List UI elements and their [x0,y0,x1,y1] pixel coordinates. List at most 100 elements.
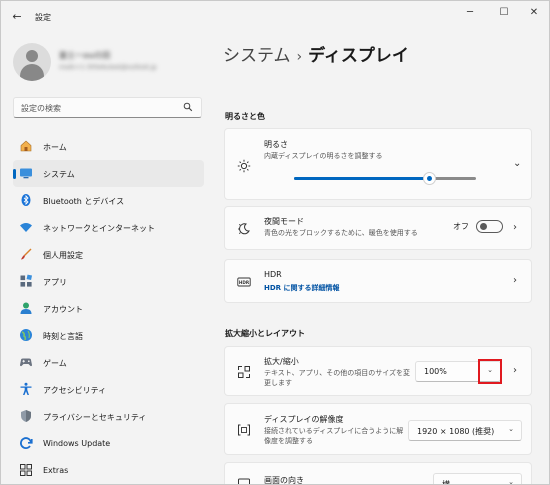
sidebar-nav: ホーム システム Bluetooth とデバイス ネットワークとインターネット [13,133,204,484]
section-heading-scale-layout: 拡大縮小とレイアウト [225,329,305,338]
chevron-right-icon[interactable]: › [513,222,521,233]
sun-icon [237,159,251,173]
extras-icon [20,464,32,476]
sidebar-item-label: Bluetooth とデバイス [43,197,125,206]
night-light-title: 夜間モード [264,217,304,226]
breadcrumb-separator: › [296,49,303,65]
sidebar-item-network[interactable]: ネットワークとインターネット [13,214,204,241]
svg-text:HDR: HDR [239,280,250,285]
settings-window: ← 設定 ─ ☐ ✕ 富士ーouの田 msdn+1-300e6utest@out… [0,0,550,485]
sidebar-item-accessibility[interactable]: アクセシビリティ [13,376,204,403]
highlight-box [478,359,502,384]
sidebar-item-time-language[interactable]: 時刻と言語 [13,322,204,349]
night-light-icon [238,223,250,235]
resolution-description-line2: 像度を調整する [264,437,313,445]
hdr-info-link[interactable]: HDR に関する詳細情報 [264,283,340,293]
shield-icon [21,410,31,422]
scale-description-line1: テキスト、アプリ、その他の項目のサイズを変 [264,369,411,377]
sidebar-item-home[interactable]: ホーム [13,133,204,160]
game-icon [20,358,32,367]
breadcrumb-parent[interactable]: システム [223,46,291,66]
minimize-button[interactable]: ─ [453,5,487,21]
scale-value: 100% [424,367,447,376]
profile-name: 富士ーouの田 [59,51,111,60]
search-input[interactable]: 設定の検索 [13,97,202,118]
sidebar-item-label: ゲーム [43,359,67,368]
sidebar-item-label: プライバシーとセキュリティ [43,413,147,422]
brightness-slider[interactable] [294,172,476,185]
sidebar-item-privacy[interactable]: プライバシーとセキュリティ [13,403,204,430]
chevron-down-icon[interactable]: ⌄ [508,478,514,484]
back-button[interactable]: ← [10,10,24,24]
resolution-dropdown[interactable]: 1920 × 1080 (推奨) ⌄ [408,420,522,441]
app-title: 設定 [35,13,51,22]
sidebar-item-label: Windows Update [43,439,111,448]
chevron-right-icon[interactable]: › [513,365,521,376]
scale-icon [238,366,250,378]
scale-description-line2: 更します [264,379,292,387]
brightness-title: 明るさ [264,140,288,149]
orientation-dropdown[interactable]: 横 ⌄ [433,473,522,485]
sidebar-item-extras[interactable]: Extras [13,457,204,484]
orientation-title: 画面の向き [264,476,304,485]
resolution-value: 1920 × 1080 (推奨) [417,427,495,436]
sidebar-item-accounts[interactable]: アカウント [13,295,204,322]
avatar [13,43,51,81]
bluetooth-icon [21,194,31,206]
network-icon [20,223,32,232]
time-language-icon [20,329,32,341]
hdr-title: HDR [264,270,282,279]
search-placeholder: 設定の検索 [21,104,61,113]
brightness-card[interactable]: 明るさ 内蔵ディスプレイの明るさを調整する ⌄ [224,128,532,200]
orientation-value: 横 [442,480,450,485]
breadcrumb: システム › ディスプレイ [223,41,409,66]
page-title: ディスプレイ [308,46,409,66]
sidebar-item-system[interactable]: システム [13,160,204,187]
sidebar-item-label: ホーム [43,143,67,152]
orientation-icon [238,478,250,484]
toggle-knob [480,223,487,230]
brightness-slider-thumb[interactable] [422,172,436,185]
brightness-description: 内蔵ディスプレイの明るさを調整する [264,152,383,160]
sidebar-item-windows-update[interactable]: Windows Update [13,430,204,457]
sidebar-item-label: 時刻と言語 [43,332,83,341]
update-icon [20,437,33,449]
chevron-down-icon[interactable]: ⌄ [513,158,521,169]
section-heading-brightness-color: 明るさと色 [225,112,265,121]
sidebar-item-label: システム [43,170,75,179]
sidebar-item-label: ネットワークとインターネット [43,224,155,233]
orientation-card[interactable]: 画面の向き 横 ⌄ [224,462,532,485]
sidebar-item-apps[interactable]: アプリ [13,268,204,295]
hdr-icon: HDR [237,277,251,287]
night-light-description: 青色の光をブロックするために、暖色を使用する [264,229,418,237]
night-light-card[interactable]: 夜間モード 青色の光をブロックするために、暖色を使用する オフ › [224,206,532,250]
maximize-button[interactable]: ☐ [487,5,521,21]
sidebar-item-label: アクセシビリティ [43,386,107,395]
account-icon [20,302,32,314]
resolution-card[interactable]: ディスプレイの解像度 接続されているディスプレイに合うように解 像度を調整する … [224,403,532,455]
hdr-card[interactable]: HDR HDR HDR に関する詳細情報 › [224,259,532,303]
sidebar-item-label: アプリ [43,278,67,287]
profile-email: msdn+1-300e6utest@outlook.jp [59,64,157,71]
sidebar-item-personalization[interactable]: 個人用設定 [13,241,204,268]
user-profile[interactable]: 富士ーouの田 msdn+1-300e6utest@outlook.jp [13,43,203,81]
sidebar-item-bluetooth[interactable]: Bluetooth とデバイス [13,187,204,214]
sidebar-item-label: Extras [43,466,69,475]
chevron-down-icon[interactable]: ⌄ [508,425,514,433]
search-icon [183,102,193,112]
scale-title: 拡大/縮小 [264,357,299,366]
resolution-description-line1: 接続されているディスプレイに合うように解 [264,427,404,435]
title-bar: ← 設定 ─ ☐ ✕ [1,1,549,33]
close-button[interactable]: ✕ [517,5,549,21]
accessibility-icon [20,382,32,395]
brightness-slider-fill [294,177,429,180]
home-icon [20,140,32,152]
sidebar-item-label: 個人用設定 [43,251,83,260]
resolution-title: ディスプレイの解像度 [264,415,344,424]
chevron-right-icon[interactable]: › [513,275,521,286]
sidebar-item-gaming[interactable]: ゲーム [13,349,204,376]
system-icon [20,168,32,179]
night-light-state: オフ [453,222,469,231]
night-light-toggle[interactable] [476,220,503,233]
resolution-icon [238,424,250,436]
